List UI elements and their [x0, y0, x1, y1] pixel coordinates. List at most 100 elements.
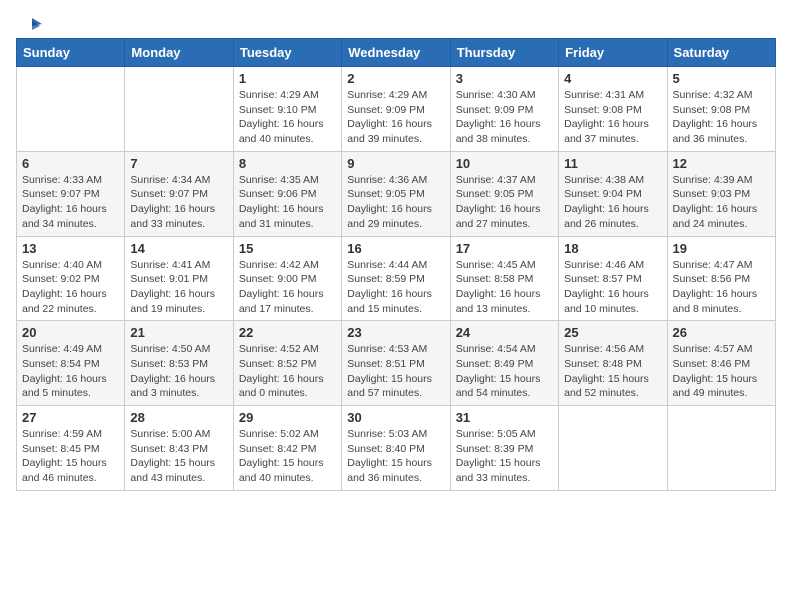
calendar-day-cell: 24 Sunrise: 4:54 AM Sunset: 8:49 PM Dayli…	[450, 321, 558, 406]
logo-bird-icon	[20, 16, 42, 34]
calendar-day-cell: 21Sunrise: 4:50 AM Sunset: 8:53 PM Dayli…	[125, 321, 233, 406]
day-info: Sunrise: 4:35 AM Sunset: 9:06 PM Dayligh…	[239, 173, 336, 232]
calendar-day-cell: 12 Sunrise: 4:39 AM Sunset: 9:03 PM Dayli…	[667, 151, 775, 236]
logo	[16, 16, 42, 30]
calendar-day-cell: 26 Sunrise: 4:57 AM Sunset: 8:46 PM Dayli…	[667, 321, 775, 406]
calendar-day-cell	[667, 406, 775, 491]
day-info: Sunrise: 4:36 AM Sunset: 9:05 PM Dayligh…	[347, 173, 444, 232]
day-info: Sunrise: 4:39 AM Sunset: 9:03 PM Dayligh…	[673, 173, 770, 232]
day-number: 2	[347, 71, 444, 86]
day-info: Sunrise: 5:03 AM Sunset: 8:40 PM Dayligh…	[347, 427, 444, 486]
day-number: 13	[22, 241, 119, 256]
day-number: 28	[130, 410, 227, 425]
day-number: 8	[239, 156, 336, 171]
day-number: 20	[22, 325, 119, 340]
day-number: 30	[347, 410, 444, 425]
day-of-week-header: Wednesday	[342, 39, 450, 67]
day-info: Sunrise: 4:46 AM Sunset: 8:57 PM Dayligh…	[564, 258, 661, 317]
calendar-day-cell: 31Sunrise: 5:05 AM Sunset: 8:39 PM Dayli…	[450, 406, 558, 491]
day-number: 27	[22, 410, 119, 425]
day-number: 16	[347, 241, 444, 256]
day-info: Sunrise: 4:34 AM Sunset: 9:07 PM Dayligh…	[130, 173, 227, 232]
day-of-week-header: Thursday	[450, 39, 558, 67]
day-info: Sunrise: 5:00 AM Sunset: 8:43 PM Dayligh…	[130, 427, 227, 486]
day-number: 9	[347, 156, 444, 171]
calendar-day-cell: 20 Sunrise: 4:49 AM Sunset: 8:54 PM Dayli…	[17, 321, 125, 406]
calendar-week-row: 20 Sunrise: 4:49 AM Sunset: 8:54 PM Dayli…	[17, 321, 776, 406]
day-info: Sunrise: 4:59 AM Sunset: 8:45 PM Dayligh…	[22, 427, 119, 486]
calendar-day-cell: 27 Sunrise: 4:59 AM Sunset: 8:45 PM Dayli…	[17, 406, 125, 491]
calendar-day-cell: 14 Sunrise: 4:41 AM Sunset: 9:01 PM Dayli…	[125, 236, 233, 321]
calendar-day-cell: 15 Sunrise: 4:42 AM Sunset: 9:00 PM Dayli…	[233, 236, 341, 321]
day-info: Sunrise: 4:47 AM Sunset: 8:56 PM Dayligh…	[673, 258, 770, 317]
day-number: 6	[22, 156, 119, 171]
day-number: 4	[564, 71, 661, 86]
day-number: 24	[456, 325, 553, 340]
day-number: 3	[456, 71, 553, 86]
day-number: 10	[456, 156, 553, 171]
calendar-week-row: 27 Sunrise: 4:59 AM Sunset: 8:45 PM Dayli…	[17, 406, 776, 491]
day-info: Sunrise: 4:37 AM Sunset: 9:05 PM Dayligh…	[456, 173, 553, 232]
calendar-day-cell: 1Sunrise: 4:29 AM Sunset: 9:10 PM Daylig…	[233, 67, 341, 152]
day-of-week-header: Sunday	[17, 39, 125, 67]
day-info: Sunrise: 4:42 AM Sunset: 9:00 PM Dayligh…	[239, 258, 336, 317]
day-info: Sunrise: 4:54 AM Sunset: 8:49 PM Dayligh…	[456, 342, 553, 401]
calendar-week-row: 13 Sunrise: 4:40 AM Sunset: 9:02 PM Dayli…	[17, 236, 776, 321]
day-number: 18	[564, 241, 661, 256]
day-info: Sunrise: 4:40 AM Sunset: 9:02 PM Dayligh…	[22, 258, 119, 317]
day-info: Sunrise: 4:52 AM Sunset: 8:52 PM Dayligh…	[239, 342, 336, 401]
calendar-day-cell: 5 Sunrise: 4:32 AM Sunset: 9:08 PM Daylig…	[667, 67, 775, 152]
day-of-week-header: Monday	[125, 39, 233, 67]
calendar-day-cell: 3 Sunrise: 4:30 AM Sunset: 9:09 PM Daylig…	[450, 67, 558, 152]
day-number: 23	[347, 325, 444, 340]
calendar-header-row: SundayMondayTuesdayWednesdayThursdayFrid…	[17, 39, 776, 67]
day-number: 5	[673, 71, 770, 86]
day-info: Sunrise: 4:49 AM Sunset: 8:54 PM Dayligh…	[22, 342, 119, 401]
calendar-day-cell: 13 Sunrise: 4:40 AM Sunset: 9:02 PM Dayli…	[17, 236, 125, 321]
day-info: Sunrise: 4:45 AM Sunset: 8:58 PM Dayligh…	[456, 258, 553, 317]
day-number: 15	[239, 241, 336, 256]
calendar-day-cell	[17, 67, 125, 152]
calendar-day-cell: 16 Sunrise: 4:44 AM Sunset: 8:59 PM Dayli…	[342, 236, 450, 321]
calendar-day-cell: 11Sunrise: 4:38 AM Sunset: 9:04 PM Dayli…	[559, 151, 667, 236]
day-info: Sunrise: 4:32 AM Sunset: 9:08 PM Dayligh…	[673, 88, 770, 147]
day-of-week-header: Tuesday	[233, 39, 341, 67]
calendar-day-cell: 30 Sunrise: 5:03 AM Sunset: 8:40 PM Dayli…	[342, 406, 450, 491]
day-number: 29	[239, 410, 336, 425]
day-number: 12	[673, 156, 770, 171]
calendar-day-cell: 29 Sunrise: 5:02 AM Sunset: 8:42 PM Dayli…	[233, 406, 341, 491]
day-info: Sunrise: 4:50 AM Sunset: 8:53 PM Dayligh…	[130, 342, 227, 401]
day-info: Sunrise: 4:29 AM Sunset: 9:09 PM Dayligh…	[347, 88, 444, 147]
day-info: Sunrise: 4:57 AM Sunset: 8:46 PM Dayligh…	[673, 342, 770, 401]
day-info: Sunrise: 4:38 AM Sunset: 9:04 PM Dayligh…	[564, 173, 661, 232]
day-number: 31	[456, 410, 553, 425]
day-number: 19	[673, 241, 770, 256]
calendar-day-cell: 8 Sunrise: 4:35 AM Sunset: 9:06 PM Daylig…	[233, 151, 341, 236]
calendar-day-cell: 28 Sunrise: 5:00 AM Sunset: 8:43 PM Dayli…	[125, 406, 233, 491]
day-info: Sunrise: 4:41 AM Sunset: 9:01 PM Dayligh…	[130, 258, 227, 317]
day-info: Sunrise: 4:33 AM Sunset: 9:07 PM Dayligh…	[22, 173, 119, 232]
calendar-day-cell: 7Sunrise: 4:34 AM Sunset: 9:07 PM Daylig…	[125, 151, 233, 236]
day-number: 14	[130, 241, 227, 256]
calendar-day-cell: 18 Sunrise: 4:46 AM Sunset: 8:57 PM Dayli…	[559, 236, 667, 321]
day-info: Sunrise: 4:56 AM Sunset: 8:48 PM Dayligh…	[564, 342, 661, 401]
calendar-day-cell: 17 Sunrise: 4:45 AM Sunset: 8:58 PM Dayli…	[450, 236, 558, 321]
calendar-day-cell: 2 Sunrise: 4:29 AM Sunset: 9:09 PM Daylig…	[342, 67, 450, 152]
day-of-week-header: Friday	[559, 39, 667, 67]
calendar-day-cell: 9 Sunrise: 4:36 AM Sunset: 9:05 PM Daylig…	[342, 151, 450, 236]
day-info: Sunrise: 4:44 AM Sunset: 8:59 PM Dayligh…	[347, 258, 444, 317]
page-header	[16, 16, 776, 30]
calendar-table: SundayMondayTuesdayWednesdayThursdayFrid…	[16, 38, 776, 491]
day-info: Sunrise: 5:02 AM Sunset: 8:42 PM Dayligh…	[239, 427, 336, 486]
day-info: Sunrise: 4:29 AM Sunset: 9:10 PM Dayligh…	[239, 88, 336, 147]
calendar-day-cell: 4 Sunrise: 4:31 AM Sunset: 9:08 PM Daylig…	[559, 67, 667, 152]
calendar-day-cell: 22 Sunrise: 4:52 AM Sunset: 8:52 PM Dayli…	[233, 321, 341, 406]
day-info: Sunrise: 4:31 AM Sunset: 9:08 PM Dayligh…	[564, 88, 661, 147]
day-number: 22	[239, 325, 336, 340]
day-info: Sunrise: 4:30 AM Sunset: 9:09 PM Dayligh…	[456, 88, 553, 147]
day-number: 26	[673, 325, 770, 340]
day-number: 17	[456, 241, 553, 256]
calendar-day-cell: 19 Sunrise: 4:47 AM Sunset: 8:56 PM Dayli…	[667, 236, 775, 321]
calendar-week-row: 6 Sunrise: 4:33 AM Sunset: 9:07 PM Daylig…	[17, 151, 776, 236]
day-of-week-header: Saturday	[667, 39, 775, 67]
